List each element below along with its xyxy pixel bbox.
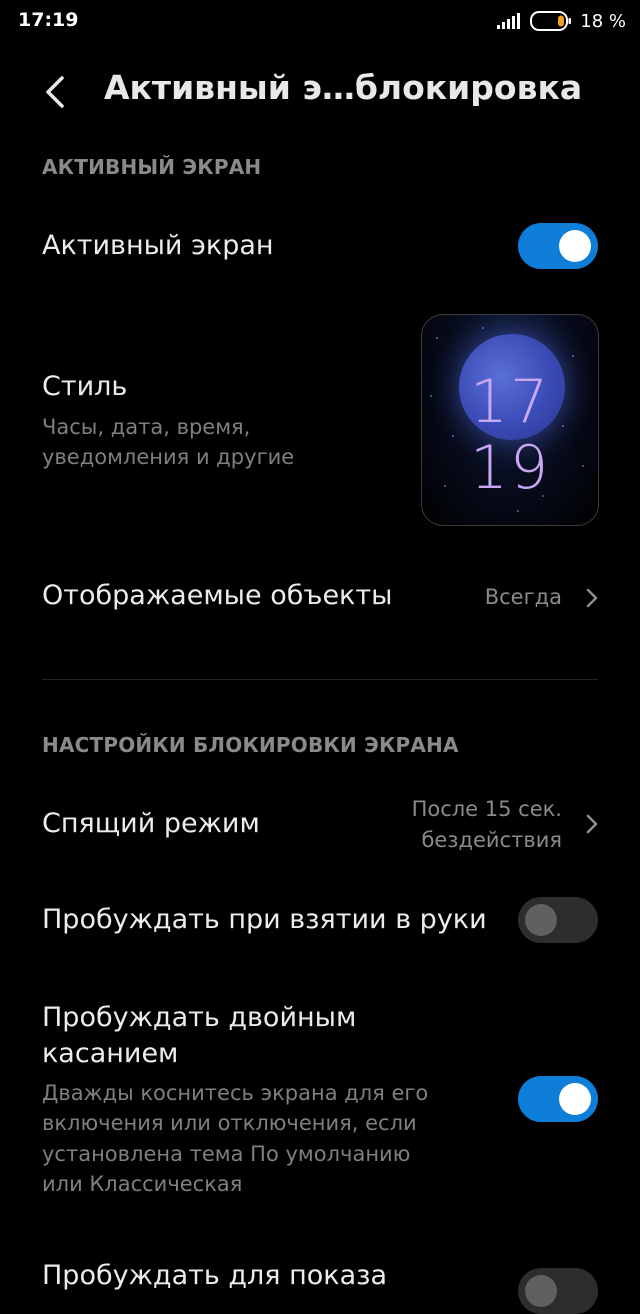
chevron-right-icon[interactable] — [582, 810, 602, 838]
style-preview-thumbnail[interactable]: 17 19 — [421, 314, 599, 526]
status-icons: 18 % — [496, 8, 626, 34]
displayed-objects-value: Всегда — [484, 585, 562, 609]
active-screen-toggle[interactable] — [518, 223, 598, 269]
wake-double-tap-desc-line2: включения или отключения, если — [42, 1111, 417, 1135]
displayed-objects-label[interactable]: Отображаемые объекты — [42, 580, 392, 611]
sleep-value-line1: После 15 сек. — [411, 797, 562, 821]
wake-notifications-toggle[interactable] — [518, 1268, 598, 1314]
section-divider — [42, 679, 598, 680]
status-time: 17:19 — [18, 9, 79, 31]
wake-double-tap-desc-line3: установлена тема По умолчанию — [42, 1142, 411, 1166]
wake-double-tap-label-line1: Пробуждать двойным — [42, 1002, 357, 1033]
back-arrow-icon[interactable] — [36, 70, 80, 114]
battery-percent: 18 % — [580, 10, 626, 32]
active-screen-label: Активный экран — [42, 230, 274, 261]
wake-double-tap-desc-line1: Дважды коснитесь экрана для его — [42, 1081, 429, 1105]
wake-double-tap-label-line2: касанием — [42, 1038, 179, 1069]
wake-pickup-toggle[interactable] — [518, 897, 598, 943]
sleep-value-line2: бездействия — [421, 828, 562, 852]
style-subtitle-line2: уведомления и другие — [42, 445, 295, 469]
style-title[interactable]: Стиль — [42, 371, 127, 402]
wake-double-tap-desc-line4: или Классическая — [42, 1172, 243, 1196]
wake-pickup-label: Пробуждать при взятии в руки — [42, 904, 487, 935]
section-header-lock-settings: НАСТРОЙКИ БЛОКИРОВКИ ЭКРАНА — [42, 733, 459, 757]
page-title: Активный э…блокировка — [104, 68, 583, 107]
chevron-right-icon[interactable] — [582, 584, 602, 612]
toggle-knob — [559, 1083, 591, 1115]
section-header-active-screen: АКТИВНЫЙ ЭКРАН — [42, 155, 262, 179]
preview-minutes: 19 — [469, 433, 551, 503]
wake-double-tap-toggle[interactable] — [518, 1076, 598, 1122]
signal-icon — [497, 13, 521, 29]
toggle-knob — [559, 230, 591, 262]
preview-hours: 17 — [469, 367, 551, 437]
sleep-label[interactable]: Спящий режим — [42, 808, 260, 839]
style-subtitle-line1: Часы, дата, время, — [42, 415, 251, 439]
toggle-knob — [525, 904, 557, 936]
battery-icon — [530, 11, 572, 31]
wake-notifications-label: Пробуждать для показа — [42, 1260, 388, 1291]
